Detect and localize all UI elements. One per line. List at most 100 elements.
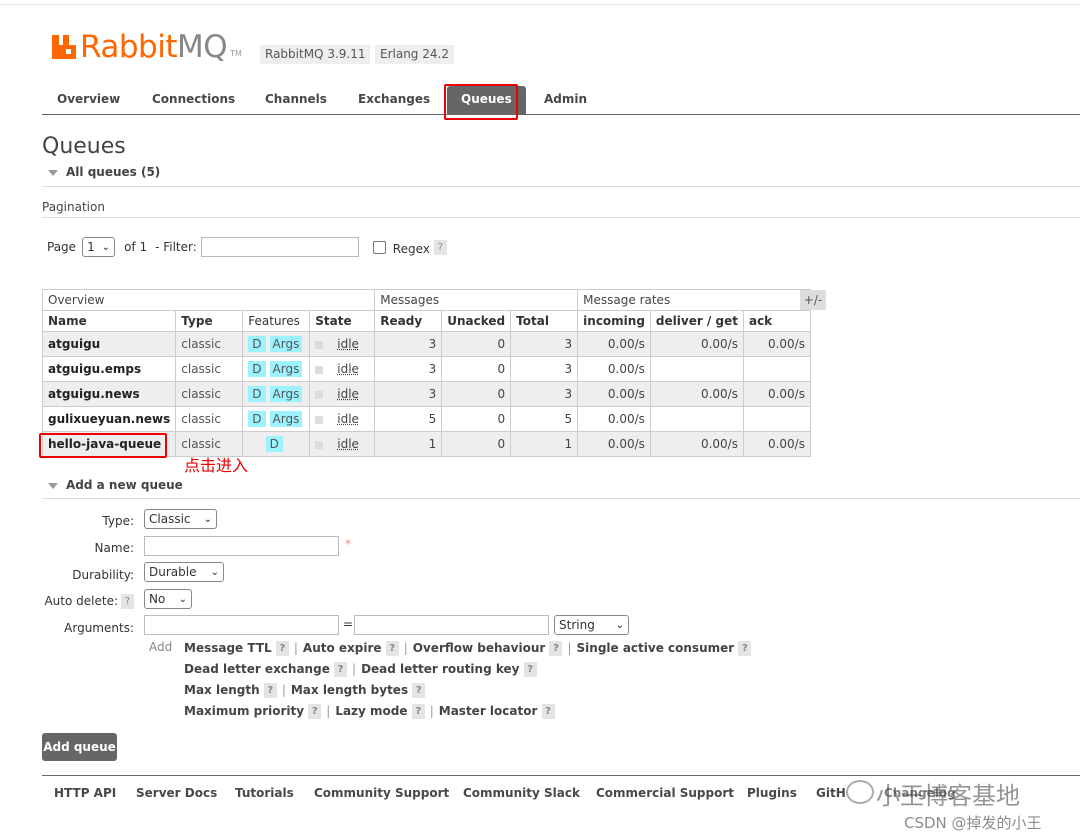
column-toggle-button[interactable]: +/- (800, 290, 826, 310)
tab-overview[interactable]: Overview (57, 86, 120, 114)
help-icon[interactable]: ? (263, 683, 277, 698)
arg-link-message-ttl[interactable]: Message TTL (184, 641, 272, 655)
queue-name-input[interactable] (144, 536, 339, 556)
tab-exchanges[interactable]: Exchanges (358, 86, 430, 114)
footer-link-http-api[interactable]: HTTP API (54, 786, 116, 800)
pagination-label: Pagination (42, 200, 105, 214)
queue-features: D Args (242, 406, 311, 432)
args-tag: Args (269, 411, 303, 427)
table-row[interactable]: atguigu.emps classic D Args idle 3 0 3 0.… (41, 356, 811, 382)
collapse-triangle-icon (48, 482, 58, 489)
queue-type: classic (175, 381, 244, 407)
top-border (0, 4, 1080, 5)
help-icon[interactable]: ? (385, 641, 399, 656)
help-icon[interactable]: ? (412, 683, 426, 698)
arg-link-lazy-mode[interactable]: Lazy mode (335, 704, 407, 718)
help-icon[interactable]: ? (523, 662, 537, 677)
col-deliver-get[interactable]: deliver / get (649, 310, 744, 332)
col-name[interactable]: Name (41, 310, 177, 332)
argument-key-input[interactable] (144, 615, 339, 635)
queue-name-link[interactable]: atguigu.emps (41, 356, 177, 382)
required-marker: * (345, 537, 351, 551)
all-queues-toggle[interactable]: All queues (5) (48, 165, 160, 179)
footer-link-github[interactable]: GitH (816, 786, 846, 800)
tab-admin[interactable]: Admin (544, 86, 587, 114)
table-row[interactable]: atguigu classic D Args idle 3 0 3 0.00/s … (41, 331, 811, 357)
col-ack[interactable]: ack (742, 310, 811, 332)
footer-link-community-slack[interactable]: Community Slack (463, 786, 580, 800)
args-tag: Args (269, 361, 303, 377)
auto-delete-select[interactable]: No ⌄ (144, 589, 192, 609)
argument-links-row-1: Message TTL ? | Auto expire ? | Overflow beh… (184, 641, 752, 656)
ready-count: 3 (374, 331, 443, 357)
footer-link-commercial-support[interactable]: Commercial Support (596, 786, 734, 800)
arg-link-single-active-consumer[interactable]: Single active consumer (577, 641, 735, 655)
rabbitmq-logo[interactable]: RabbitMQ TM (52, 30, 242, 64)
regex-help-icon[interactable]: ? (433, 239, 447, 255)
footer-link-server-docs[interactable]: Server Docs (136, 786, 217, 800)
add-label: Add (149, 640, 173, 654)
argument-links-row-3: Max length ? | Max length bytes ? (184, 683, 426, 698)
col-type[interactable]: Type (175, 310, 244, 332)
click-to-enter-annotation: 点击进入 (184, 456, 249, 475)
arg-link-dead-letter-routing-key[interactable]: Dead letter routing key (361, 662, 519, 676)
col-ready[interactable]: Ready (374, 310, 443, 332)
regex-checkbox[interactable] (372, 240, 386, 254)
queue-type-select[interactable]: Classic ⌄ (144, 509, 217, 529)
filter-input[interactable] (200, 237, 359, 257)
footer-link-community-support[interactable]: Community Support (314, 786, 449, 800)
section-divider (42, 186, 1080, 187)
col-total[interactable]: Total (510, 310, 579, 332)
help-icon[interactable]: ? (275, 641, 289, 656)
durable-tag: D (248, 361, 266, 377)
footer-link-tutorials[interactable]: Tutorials (235, 786, 294, 800)
group-overview: Overview (41, 289, 376, 311)
auto-delete-help-icon[interactable]: ? (121, 594, 134, 609)
page-label: Page (47, 240, 77, 254)
filter-label: - Filter: (155, 240, 197, 254)
queue-name-link[interactable]: atguigu.news (41, 381, 177, 407)
durable-tag: D (248, 336, 266, 352)
group-message-rates: Message rates (577, 289, 811, 311)
queue-features: D Args (242, 356, 311, 382)
arg-link-auto-expire[interactable]: Auto expire (303, 641, 382, 655)
col-incoming[interactable]: incoming (577, 310, 651, 332)
queue-features: D Args (242, 381, 311, 407)
queue-name-link[interactable]: gulixueyuan.news (41, 406, 177, 432)
arg-link-max-length[interactable]: Max length (184, 683, 260, 697)
ack-rate: 0.00/s (742, 331, 811, 357)
durability-select[interactable]: Durable ⌄ (144, 562, 224, 582)
arg-link-max-length-bytes[interactable]: Max length bytes (291, 683, 408, 697)
add-queue-button[interactable]: Add queue (42, 733, 117, 761)
arg-link-maximum-priority[interactable]: Maximum priority (184, 704, 304, 718)
queue-features: D (242, 431, 311, 457)
incoming-rate: 0.00/s (577, 406, 651, 432)
help-icon[interactable]: ? (541, 704, 555, 719)
incoming-rate: 0.00/s (577, 331, 651, 357)
tab-channels[interactable]: Channels (265, 86, 327, 114)
deliver-rate: 0.00/s (649, 381, 744, 407)
help-icon[interactable]: ? (549, 641, 563, 656)
help-icon[interactable]: ? (334, 662, 348, 677)
arg-link-dead-letter-exchange[interactable]: Dead letter exchange (184, 662, 330, 676)
page-select[interactable]: 1 ⌄ (82, 237, 116, 257)
help-icon[interactable]: ? (738, 641, 752, 656)
table-row[interactable]: gulixueyuan.news classic D Args idle 5 0 … (41, 406, 811, 432)
arg-link-overflow-behaviour[interactable]: Overflow behaviour (413, 641, 546, 655)
tab-connections[interactable]: Connections (152, 86, 235, 114)
queue-state: idle (309, 406, 376, 432)
arg-link-master-locator[interactable]: Master locator (439, 704, 538, 718)
col-state[interactable]: State (309, 310, 376, 332)
add-queue-toggle[interactable]: Add a new queue (48, 478, 183, 492)
queue-name-link[interactable]: atguigu (41, 331, 177, 357)
add-queue-divider (42, 498, 1080, 499)
deliver-rate: 0.00/s (649, 431, 744, 457)
unacked-count: 0 (441, 356, 512, 382)
col-unacked[interactable]: Unacked (441, 310, 512, 332)
argument-type-select[interactable]: String ⌄ (554, 615, 629, 635)
help-icon[interactable]: ? (308, 704, 322, 719)
argument-value-input[interactable] (354, 615, 549, 635)
help-icon[interactable]: ? (411, 704, 425, 719)
table-row[interactable]: atguigu.news classic D Args idle 3 0 3 0.… (41, 381, 811, 407)
footer-link-plugins[interactable]: Plugins (747, 786, 797, 800)
